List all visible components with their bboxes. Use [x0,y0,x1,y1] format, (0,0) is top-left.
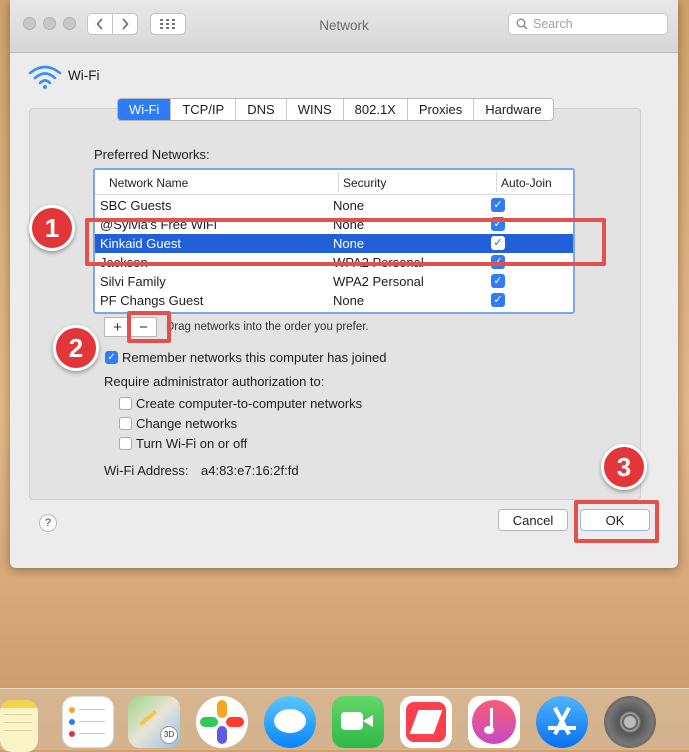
drag-hint: Drag networks into the order you prefer. [166,321,369,333]
table-row[interactable]: Silvi Family WPA2 Personal ✓ [95,272,573,291]
turn-wifi-checkbox[interactable] [119,437,132,450]
table-header: Network Name Security Auto-Join [95,170,573,195]
table-row[interactable]: PF Changs Guest None ✓ [95,291,573,310]
tab-tcpip[interactable]: TCP/IP [171,99,237,120]
music-icon[interactable] [468,696,520,748]
callout-badge-2: 2 [53,325,99,371]
network-name: Silvi Family [100,274,166,289]
messages-icon[interactable] [264,696,316,748]
tab-hardware[interactable]: Hardware [474,99,552,120]
app-store-icon[interactable] [536,696,588,748]
require-admin-label: Require administrator authorization to: [104,374,325,389]
column-security[interactable]: Security [343,176,386,190]
column-auto-join[interactable]: Auto-Join [501,176,552,190]
cancel-button[interactable]: Cancel [498,509,568,531]
table-row[interactable]: SBC Guests None ✓ [95,196,573,215]
column-network-name[interactable]: Network Name [109,176,188,190]
search-icon [516,18,528,30]
tab-wins[interactable]: WINS [287,99,344,120]
change-networks-checkbox[interactable] [119,417,132,430]
search-field[interactable] [508,13,668,35]
callout-highlight-network [85,218,606,266]
auto-join-checkbox[interactable]: ✓ [491,293,505,307]
tab-bar: Wi-Fi TCP/IP DNS WINS 802.1X Proxies Har… [117,98,554,121]
wifi-address-label: Wi-Fi Address: [104,463,189,478]
callout-badge-1: 1 [29,205,75,251]
turn-wifi-label: Turn Wi-Fi on or off [136,436,248,451]
remember-networks-checkbox[interactable]: ✓ [105,351,118,364]
tab-wifi[interactable]: Wi-Fi [118,99,172,120]
tab-8021x[interactable]: 802.1X [344,99,408,120]
auto-join-checkbox[interactable]: ✓ [491,198,505,212]
tab-dns[interactable]: DNS [236,99,287,120]
wifi-icon [28,65,62,89]
preferred-networks-label: Preferred Networks: [94,147,210,162]
news-icon[interactable] [400,696,452,748]
create-networks-label: Create computer-to-computer networks [136,396,363,411]
callout-highlight-ok [574,500,659,543]
system-preferences-icon[interactable] [604,696,656,748]
callout-highlight-remove [127,311,171,343]
reminders-icon[interactable] [62,696,114,748]
wifi-address-value: a4:83:e7:16:2f:fd [201,463,299,478]
change-networks-label: Change networks [136,416,238,431]
network-name: SBC Guests [100,198,172,213]
network-security: None [333,293,365,308]
service-name: Wi-Fi [68,68,100,83]
facetime-icon[interactable] [332,696,384,748]
maps-icon[interactable]: 3D [128,696,180,748]
photos-icon[interactable] [196,696,248,748]
help-button[interactable]: ? [39,514,57,532]
network-security: None [333,198,365,213]
network-security: WPA2 Personal [333,274,424,289]
network-name: PF Changs Guest [100,293,204,308]
tab-proxies[interactable]: Proxies [408,99,475,120]
remember-networks-label: Remember networks this computer has join… [122,350,387,365]
create-networks-checkbox[interactable] [119,397,132,410]
notes-icon[interactable] [0,700,38,752]
callout-badge-3: 3 [601,444,647,490]
search-input[interactable] [531,16,665,32]
auto-join-checkbox[interactable]: ✓ [491,274,505,288]
title-bar: Network [10,0,678,53]
